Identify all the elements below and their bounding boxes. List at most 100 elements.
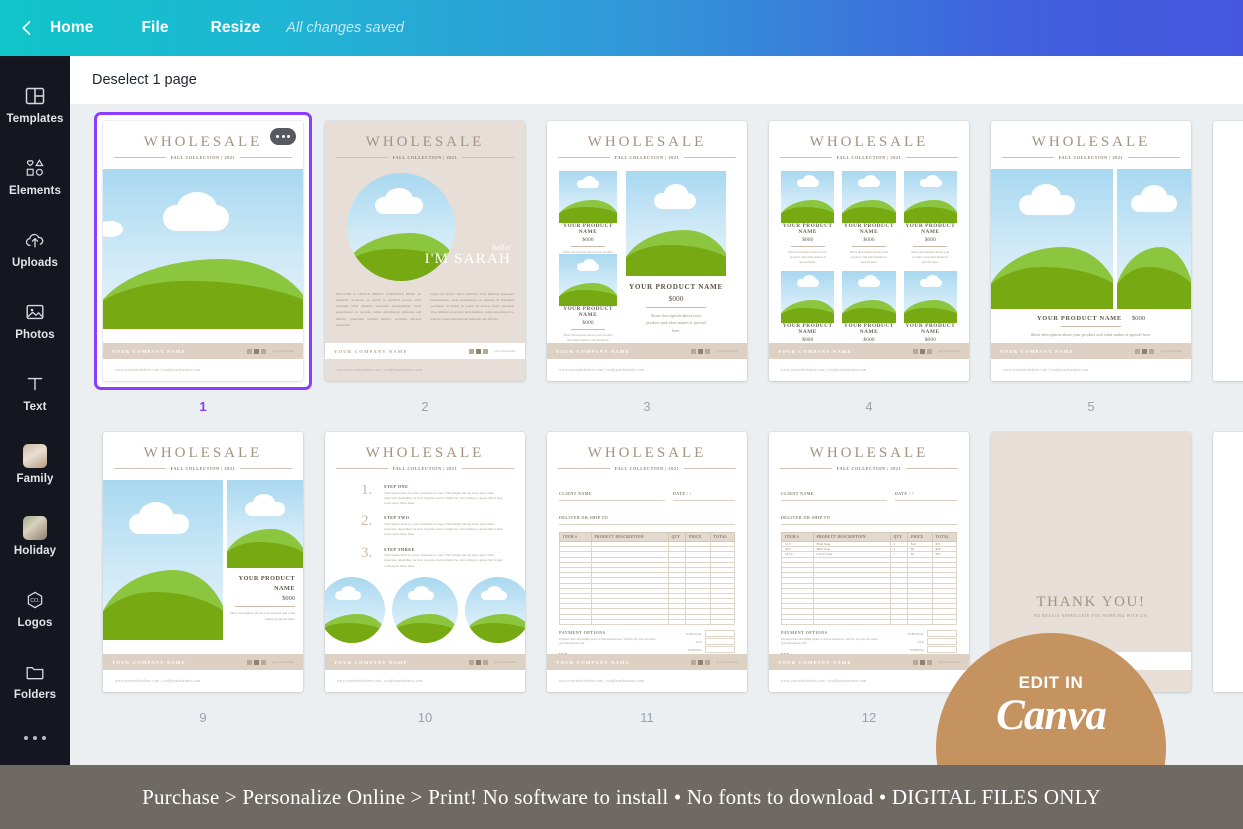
sidebar-item-photos[interactable]: Photos — [0, 284, 70, 356]
sidebar-more-button[interactable] — [0, 716, 70, 760]
deselect-pages-button[interactable]: Deselect 1 page — [92, 72, 197, 88]
divider — [790, 246, 825, 247]
back-button[interactable] — [10, 11, 44, 45]
divider — [1128, 157, 1180, 158]
sidebar-item-text[interactable]: Text — [0, 356, 70, 428]
tax-value[interactable] — [927, 638, 957, 645]
page-thumbnail-5[interactable]: WHOLESALE FALL COLLECTION | 2021 YOUR PR… — [991, 121, 1191, 381]
subtotal-value[interactable] — [927, 630, 957, 637]
page-cell-4[interactable]: WHOLESALE FALL COLLECTION | 2021 YOUR PR… — [758, 112, 980, 414]
divider — [780, 468, 832, 469]
promo-banner: Purchase > Personalize Online > Print! N… — [0, 765, 1243, 829]
subtotal-value[interactable] — [705, 630, 735, 637]
sidebar-item-logos[interactable]: CO. Logos — [0, 572, 70, 644]
footer-bar: YOUR COMPANY NAME @yourhandle — [769, 343, 969, 359]
hill-dark — [559, 290, 617, 306]
tax-value[interactable] — [705, 638, 735, 645]
flyer-title: WHOLESALE — [809, 445, 929, 461]
sidebar-item-family[interactable]: Family — [0, 428, 70, 500]
hill-dark — [781, 207, 835, 223]
ship-to-field[interactable]: DELIVER OR SHIP TO — [781, 506, 957, 525]
page-cell-9[interactable]: WHOLESALE FALL COLLECTION | 2021 YOUR PR… — [92, 423, 314, 725]
page-thumbnail-4[interactable]: WHOLESALE FALL COLLECTION | 2021 YOUR PR… — [769, 121, 969, 381]
resize-button[interactable]: Resize — [197, 19, 279, 37]
table-header-row: ITEM # PRODUCT DESCRIPTION QTY PRICE TOT… — [559, 532, 735, 542]
flyer-title: WHOLESALE — [587, 445, 707, 461]
page-thumbnail-1[interactable]: WHOLESALE FALL COLLECTION | 2021 YOUR CO… — [103, 121, 303, 381]
table-row[interactable] — [559, 618, 735, 626]
about-column-2: peneti ali secreto nulla clientaris vita… — [430, 291, 514, 328]
page-cell-12[interactable]: WHOLESALE FALL COLLECTION | 2021 CLIENT … — [758, 423, 980, 725]
more-dot — [42, 736, 46, 740]
date-field[interactable]: DATE / / — [673, 482, 735, 501]
page-thumbnail-10[interactable]: WHOLESALE FALL COLLECTION | 2021 1. STEP… — [325, 432, 525, 692]
file-menu-button[interactable]: File — [127, 19, 196, 37]
divider — [780, 157, 832, 158]
flyer-subtitle: FALL COLLECTION | 2021 — [836, 155, 902, 160]
pages-grid[interactable]: WHOLESALE FALL COLLECTION | 2021 YOUR CO… — [70, 104, 1243, 765]
page-thumbnail-2[interactable]: WHOLESALE FALL COLLECTION | 2021 hello! … — [325, 121, 525, 381]
shipping-value[interactable] — [705, 646, 735, 653]
circular-landscape-1 — [325, 577, 385, 643]
page-cell-14[interactable]: 14 — [1202, 423, 1243, 725]
sidebar-item-elements[interactable]: Elements — [0, 140, 70, 212]
product-price: $000 — [582, 237, 594, 243]
client-name-field[interactable]: CLIENT NAME — [559, 482, 665, 501]
hill-dark — [903, 207, 957, 223]
page-cell-10[interactable]: WHOLESALE FALL COLLECTION | 2021 1. STEP… — [314, 423, 536, 725]
step-heading: STEP ONE — [384, 484, 409, 489]
divider — [336, 468, 388, 469]
page-thumbnail-3[interactable]: WHOLESALE FALL COLLECTION | 2021 YOUR PR… — [547, 121, 747, 381]
home-button[interactable]: Home — [44, 19, 127, 37]
more-dot — [287, 135, 291, 138]
table-row[interactable] — [781, 618, 957, 626]
footer-note-text: www.yourwebsitehere.com | you@yourbusine… — [559, 679, 645, 683]
thank-you-block: THANK YOU! WE REALLY APPRECIATE YOU WORK… — [991, 594, 1191, 618]
ship-to-field[interactable]: DELIVER OR SHIP TO — [559, 506, 735, 525]
page-cell-3[interactable]: WHOLESALE FALL COLLECTION | 2021 YOUR PR… — [536, 112, 758, 414]
sidebar-item-templates[interactable]: Templates — [0, 68, 70, 140]
divider — [851, 246, 886, 247]
page-cell-11[interactable]: WHOLESALE FALL COLLECTION | 2021 CLIENT … — [536, 423, 758, 725]
facebook-icon — [698, 659, 704, 665]
page-thumbnail-9[interactable]: WHOLESALE FALL COLLECTION | 2021 YOUR PR… — [103, 432, 303, 692]
page-cell-5[interactable]: WHOLESALE FALL COLLECTION | 2021 YOUR PR… — [980, 112, 1202, 414]
client-name-field[interactable]: CLIENT NAME — [781, 482, 887, 501]
shipping-value[interactable] — [927, 646, 957, 653]
footer-note: www.yourwebsitehere.com | you@yourbusine… — [103, 670, 303, 692]
page-selection-frame: WHOLESALE FALL COLLECTION | 2021 — [538, 423, 756, 701]
footer-note-text: www.yourwebsitehere.com | you@yourbusine… — [781, 679, 867, 683]
date-field[interactable]: DATE / / — [895, 482, 957, 501]
footer-bar: YOUR COMPANY NAME @yourhandle — [103, 654, 303, 670]
circle-images-row — [325, 577, 525, 643]
cloud-shape — [341, 586, 356, 598]
sidebar-label-photos: Photos — [15, 328, 55, 341]
page-cell-2[interactable]: WHOLESALE FALL COLLECTION | 2021 hello! … — [314, 112, 536, 414]
page-cell-1[interactable]: WHOLESALE FALL COLLECTION | 2021 YOUR CO… — [92, 112, 314, 414]
product-description: Short description about your product and… — [849, 250, 889, 265]
page-thumbnail-12[interactable]: WHOLESALE FALL COLLECTION | 2021 CLIENT … — [769, 432, 969, 692]
page-more-options-button[interactable] — [270, 128, 296, 145]
page-cell-6[interactable]: 6 — [1202, 112, 1243, 414]
sidebar-item-holiday[interactable]: Holiday — [0, 500, 70, 572]
product-name: YOUR PRODUCT NAME — [905, 323, 956, 336]
sidebar-item-uploads[interactable]: Uploads — [0, 212, 70, 284]
page-thumbnail-11[interactable]: WHOLESALE FALL COLLECTION | 2021 CLIENT … — [547, 432, 747, 692]
product-name: YOUR PRODUCT NAME — [238, 575, 295, 592]
page-thumbnail-14[interactable] — [1213, 432, 1243, 692]
cell — [781, 618, 814, 626]
hill-dark — [392, 623, 458, 643]
facebook-icon — [1142, 348, 1148, 354]
page-cell-13[interactable]: THANK YOU! WE REALLY APPRECIATE YOU WORK… — [980, 423, 1202, 725]
landscape-image — [559, 254, 617, 306]
hill-dark — [325, 623, 385, 643]
upload-cloud-icon — [23, 228, 47, 252]
flyer-about: WHOLESALE FALL COLLECTION | 2021 hello! … — [325, 121, 525, 381]
sidebar-label-family: Family — [16, 472, 54, 485]
page-thumbnail-13[interactable]: THANK YOU! WE REALLY APPRECIATE YOU WORK… — [991, 432, 1191, 692]
sidebar-item-folders[interactable]: Folders — [0, 644, 70, 716]
footer-note: www.yourwebsitehere.com | you@yourbusine… — [547, 670, 747, 692]
social-icons — [469, 348, 489, 354]
step-text: Your instructions for your customers to … — [384, 490, 503, 506]
page-thumbnail-6[interactable] — [1213, 121, 1243, 381]
